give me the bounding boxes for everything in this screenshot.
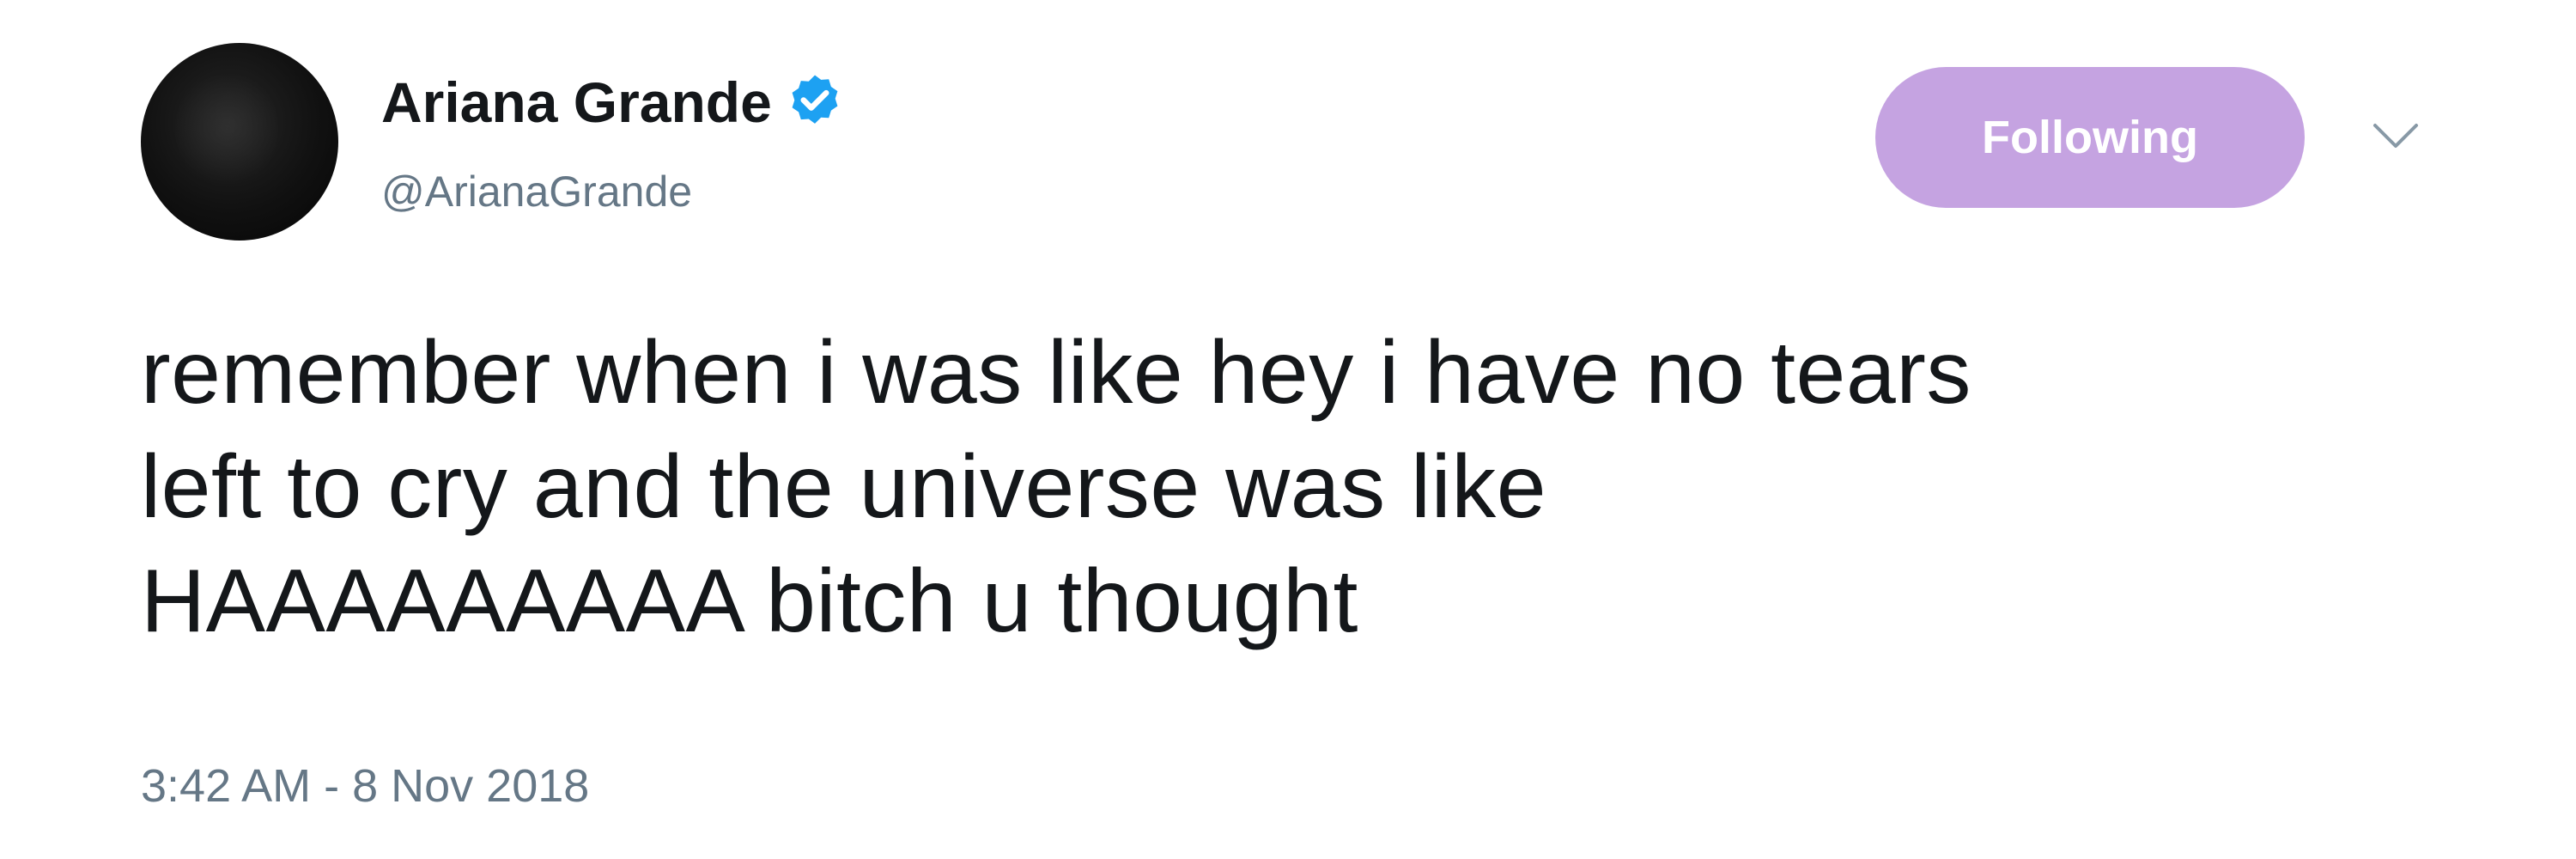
author-handle[interactable]: @ArianaGrande (381, 161, 692, 222)
chevron-down-icon[interactable] (2370, 119, 2421, 153)
verified-badge-icon (784, 71, 846, 133)
avatar-shade (175, 69, 278, 189)
following-button[interactable]: Following (1875, 67, 2305, 208)
avatar[interactable] (141, 43, 338, 241)
tweet-card: Ariana Grande @ArianaGrande Following re… (0, 0, 2576, 859)
tweet-text: remember when i was like hey i have no t… (141, 323, 1971, 651)
author-name-row: Ariana Grande (381, 64, 846, 141)
tweet-timestamp[interactable]: 3:42 AM - 8 Nov 2018 (141, 756, 589, 816)
author-display-name[interactable]: Ariana Grande (381, 64, 772, 141)
